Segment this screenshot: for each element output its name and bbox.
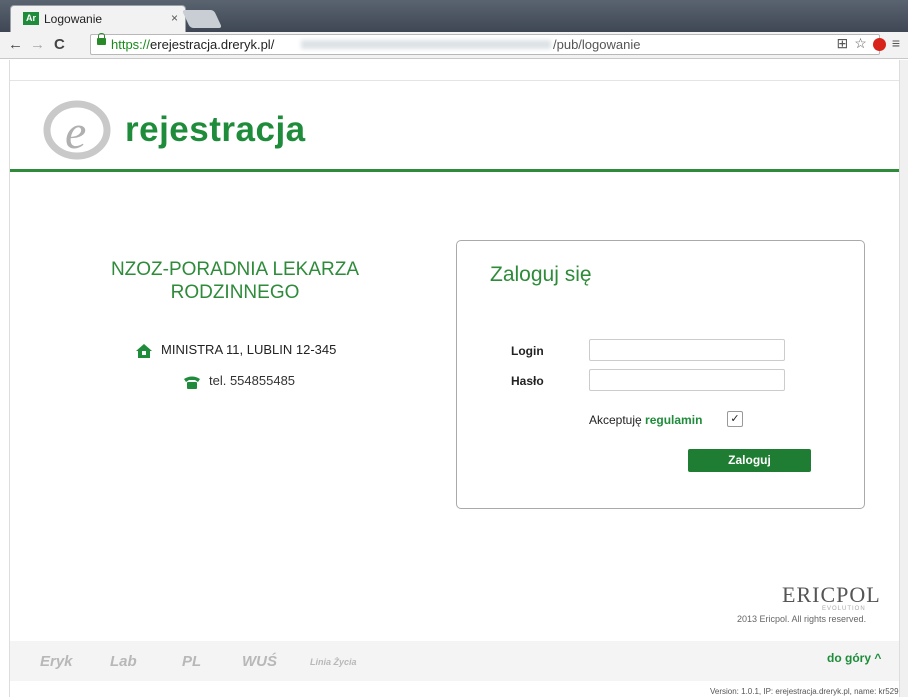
tab-title: Logowanie [44, 12, 103, 26]
footer: Eryk Lab PL WUŚ Linia Życia do góry ^ [10, 641, 900, 681]
browser-toolbar: ← → C https://erejestracja.dreryk.pl/ /p… [0, 32, 908, 59]
favicon-icon: Ar [23, 12, 39, 25]
accept-terms-label: Akceptuję regulamin [589, 413, 702, 427]
footer-logo-lab[interactable]: Lab [110, 653, 137, 670]
top-divider [10, 80, 900, 81]
logo-text: rejestracja [125, 110, 306, 149]
browser-tab[interactable]: Ar Logowanie × [10, 5, 186, 32]
version-info: Version: 1.0.1, IP: erejestracja.dreryk.… [710, 687, 899, 696]
url-scheme: https:// [111, 37, 151, 52]
login-title: Zaloguj się [490, 263, 592, 286]
browser-tab-bar: Ar Logowanie × [0, 0, 908, 32]
footer-logo-linia-zycia[interactable]: Linia Życia [310, 657, 357, 667]
login-panel: Zaloguj się Login Hasło Akceptuję regula… [456, 240, 865, 509]
login-input[interactable] [589, 339, 785, 361]
password-label: Hasło [511, 374, 544, 388]
terms-link[interactable]: regulamin [645, 413, 702, 427]
url-domain: erejestracja.dreryk.pl/ [150, 37, 275, 52]
menu-icon[interactable]: ≡ [892, 35, 900, 51]
address-bar[interactable]: https://erejestracja.dreryk.pl/ /pub/log… [90, 33, 880, 55]
phone-icon [184, 376, 200, 389]
login-label: Login [511, 344, 544, 358]
ericpol-logo: ERICPOL EVOLUTION [782, 582, 881, 612]
clinic-phone: tel. 554855485 [183, 373, 295, 390]
ericpol-wordmark: ERICPOL [782, 582, 881, 607]
header-divider [10, 169, 900, 172]
lock-icon [97, 33, 106, 45]
copyright: 2013 Ericpol. All rights reserved. [737, 614, 867, 624]
footer-logo-wus[interactable]: WUŚ [242, 653, 277, 670]
back-to-top-link[interactable]: do góry ^ [827, 651, 881, 665]
browser-tools: ⊞ ☆ ≡ [831, 35, 900, 52]
footer-logo-pl[interactable]: PL [182, 653, 201, 670]
e-logo-icon: e [43, 100, 111, 160]
ericpol-tagline: EVOLUTION [822, 606, 866, 612]
clinic-address: MINISTRA 11, LUBLIN 12-345 [135, 342, 336, 359]
url-path: /pub/logowanie [553, 37, 641, 52]
new-tab-button[interactable] [181, 10, 223, 28]
accept-text: Akceptuję [589, 413, 642, 427]
accept-terms-checkbox[interactable]: ✓ [727, 411, 743, 427]
login-button[interactable]: Zaloguj [688, 449, 811, 472]
bookmark-star-icon[interactable]: ☆ [854, 35, 867, 51]
svg-text:e: e [65, 106, 86, 159]
tab-close-button[interactable]: × [171, 11, 178, 25]
footer-logo-eryk[interactable]: Eryk [40, 653, 73, 670]
opera-extension-icon[interactable] [872, 37, 886, 51]
address-text: MINISTRA 11, LUBLIN 12-345 [161, 342, 337, 357]
url-redacted [301, 40, 551, 49]
password-input[interactable] [589, 369, 785, 391]
url-text: https://erejestracja.dreryk.pl/ [111, 37, 274, 52]
forward-arrow-icon[interactable]: → [30, 35, 45, 55]
home-icon [136, 343, 152, 358]
clinic-name: NZOZ-PORADNIA LEKARZA RODZINNEGO [110, 259, 360, 303]
page-content: e rejestracja NZOZ-PORADNIA LEKARZA RODZ… [9, 60, 900, 697]
translate-icon[interactable]: ⊞ [837, 35, 849, 51]
back-arrow-icon[interactable]: ← [8, 35, 23, 55]
reload-icon[interactable]: C [54, 35, 65, 55]
page-scrollbar[interactable] [899, 60, 908, 697]
phone-text: tel. 554855485 [209, 373, 296, 388]
